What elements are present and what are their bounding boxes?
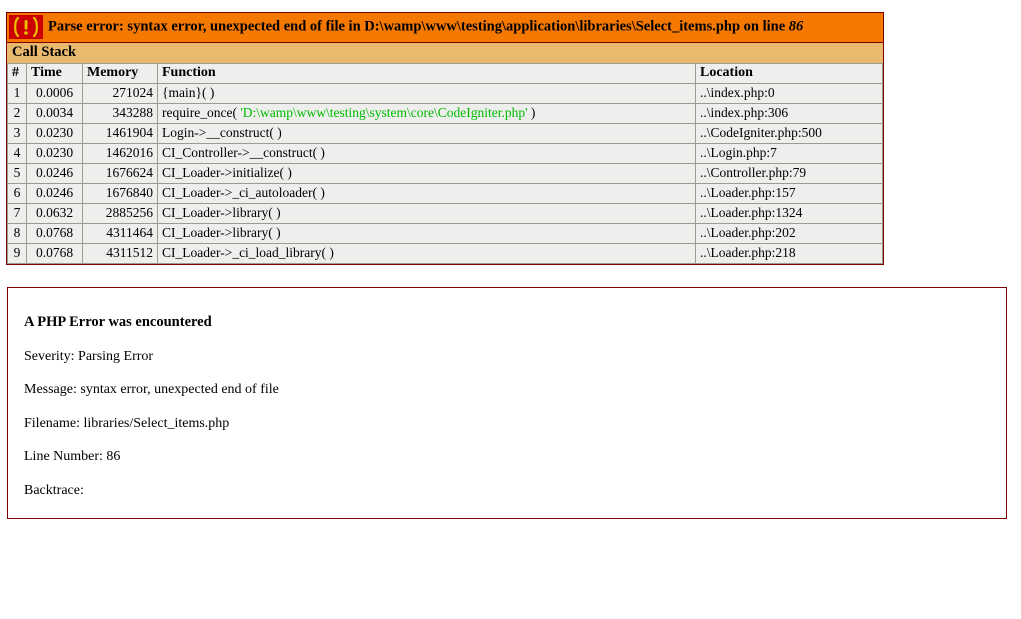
cell-num: 4 xyxy=(7,143,27,164)
call-stack-label: Call Stack xyxy=(6,42,884,63)
cell-time: 0.0230 xyxy=(26,143,83,164)
call-stack-table: # Time Memory Function Location 1 0.0006 2… xyxy=(7,63,883,264)
cell-location: ..\Login.php:7 xyxy=(695,143,883,164)
cell-num: 7 xyxy=(7,203,27,224)
cell-memory: 1462016 xyxy=(82,143,158,164)
call-stack-table-cell: # Time Memory Function Location 1 0.0006 2… xyxy=(7,63,884,265)
cell-function: Login->__construct( ) xyxy=(157,123,696,144)
cell-num: 2 xyxy=(7,103,27,124)
cell-time: 0.0632 xyxy=(26,203,83,224)
cell-memory: 1676624 xyxy=(82,163,158,184)
call-stack-header-row: Call Stack xyxy=(6,42,884,63)
xdebug-error-block: Parse error: syntax error, unexpected en… xyxy=(6,12,884,265)
function-file-path: 'D:\wamp\www\testing\system\core\CodeIgn… xyxy=(240,105,528,120)
cell-location: ..\index.php:306 xyxy=(695,103,883,124)
cell-memory: 4311464 xyxy=(82,223,158,244)
xdebug-title-cell: Parse error: syntax error, unexpected en… xyxy=(7,13,884,43)
cell-function: CI_Loader->_ci_load_library( ) xyxy=(157,243,696,264)
cell-num: 1 xyxy=(7,83,27,104)
column-header-time: Time xyxy=(26,63,83,84)
error-exclamation-icon xyxy=(9,15,43,39)
php-error-severity: Severity: Parsing Error xyxy=(24,349,154,364)
xdebug-title-text: Parse error: syntax error, unexpected en… xyxy=(48,18,789,35)
table-row: 4 0.0230 1462016 CI_Controller->__construct… xyxy=(7,143,883,164)
function-suffix: ) xyxy=(527,105,536,120)
cell-location: ..\Loader.php:202 xyxy=(695,223,883,244)
cell-location: ..\index.php:0 xyxy=(695,83,883,104)
cell-function: CI_Loader->library( ) xyxy=(157,203,696,224)
cell-time: 0.0034 xyxy=(26,103,83,124)
cell-num: 6 xyxy=(7,183,27,204)
cell-memory: 271024 xyxy=(82,83,158,104)
php-error-heading: A PHP Error was encountered xyxy=(24,314,212,330)
table-row: 5 0.0246 1676624 CI_Loader->initialize( )..… xyxy=(7,163,883,184)
table-row: 6 0.0246 1676840 CI_Loader->_ci_autoloader(… xyxy=(7,183,883,204)
cell-memory: 343288 xyxy=(82,103,158,124)
cell-time: 0.0006 xyxy=(26,83,83,104)
cell-num: 3 xyxy=(7,123,27,144)
cell-location: ..\CodeIgniter.php:500 xyxy=(695,123,883,144)
php-error-panel: A PHP Error was encountered Severity: Pa… xyxy=(7,287,1007,519)
column-header-location: Location xyxy=(695,63,883,84)
cell-location: ..\Controller.php:79 xyxy=(695,163,883,184)
cell-function: {main}( ) xyxy=(157,83,696,104)
table-row: 8 0.0768 4311464 CI_Loader->library( ) ..\Lo… xyxy=(7,223,883,244)
cell-function: require_once( 'D:\wamp\www\testing\syste… xyxy=(157,103,696,124)
table-row: 9 0.0768 4311512 CI_Loader->_ci_load_librar… xyxy=(7,243,883,264)
cell-time: 0.0768 xyxy=(26,243,83,264)
cell-num: 8 xyxy=(7,223,27,244)
cell-memory: 1461904 xyxy=(82,123,158,144)
cell-time: 0.0768 xyxy=(26,223,83,244)
function-prefix: require_once( xyxy=(162,105,241,120)
column-header-function: Function xyxy=(157,63,696,84)
php-error-backtrace: Backtrace: xyxy=(24,482,84,498)
php-error-line: Line Number: 86 xyxy=(24,449,121,465)
php-error-message: Message: syntax error, unexpected end of… xyxy=(24,382,279,398)
cell-num: 9 xyxy=(7,243,27,264)
xdebug-title-line-number: 86 xyxy=(788,18,804,35)
cell-memory: 1676840 xyxy=(82,183,158,204)
cell-location: ..\Loader.php:218 xyxy=(695,243,883,264)
table-row: 7 0.0632 2885256 CI_Loader->library( ) ..\Lo… xyxy=(7,203,883,224)
cell-memory: 4311512 xyxy=(82,243,158,264)
table-row: 1 0.0006 271024 {main}( ) ..\index.php:0 xyxy=(7,83,883,104)
cell-time: 0.0246 xyxy=(26,183,83,204)
cell-time: 0.0230 xyxy=(26,123,83,144)
cell-function: CI_Controller->__construct( ) xyxy=(157,143,696,164)
column-header-num: # xyxy=(7,63,27,84)
cell-function: CI_Loader->initialize( ) xyxy=(157,163,696,184)
cell-function: CI_Loader->_ci_autoloader( ) xyxy=(157,183,696,204)
php-error-filename: Filename: libraries/Select_items.php xyxy=(24,415,230,431)
table-row: 3 0.0230 1461904 Login->__construct( ) ..\Co… xyxy=(7,123,883,144)
cell-function: CI_Loader->library( ) xyxy=(157,223,696,244)
cell-location: ..\Loader.php:157 xyxy=(695,183,883,204)
cell-num: 5 xyxy=(7,163,27,184)
table-row: 2 0.0034 343288 require_once( 'D:\wamp\www\… xyxy=(7,103,883,124)
column-header-memory: Memory xyxy=(82,63,158,84)
xdebug-title-row: Parse error: syntax error, unexpected en… xyxy=(6,12,884,43)
table-header-row: # Time Memory Function Location xyxy=(7,63,883,84)
call-stack-table-wrapper-row: # Time Memory Function Location 1 0.0006 2… xyxy=(7,63,884,265)
cell-time: 0.0246 xyxy=(26,163,83,184)
call-stack-body: 1 0.0006 271024 {main}( ) ..\index.php:0 2 0.0… xyxy=(7,83,883,264)
cell-memory: 2885256 xyxy=(82,203,158,224)
cell-location: ..\Loader.php:1324 xyxy=(695,203,883,224)
